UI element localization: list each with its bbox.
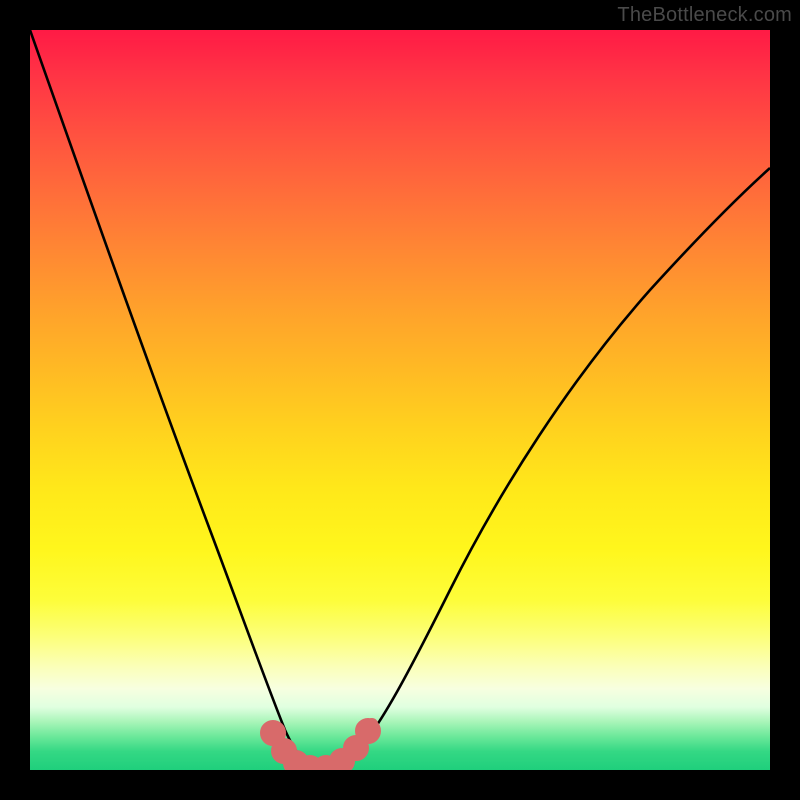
highlight-band	[266, 724, 375, 770]
chart-frame: TheBottleneck.com	[0, 0, 800, 800]
plot-area	[30, 30, 770, 770]
bottleneck-curve	[30, 30, 770, 769]
curve-layer	[30, 30, 770, 770]
watermark-text: TheBottleneck.com	[617, 4, 792, 27]
